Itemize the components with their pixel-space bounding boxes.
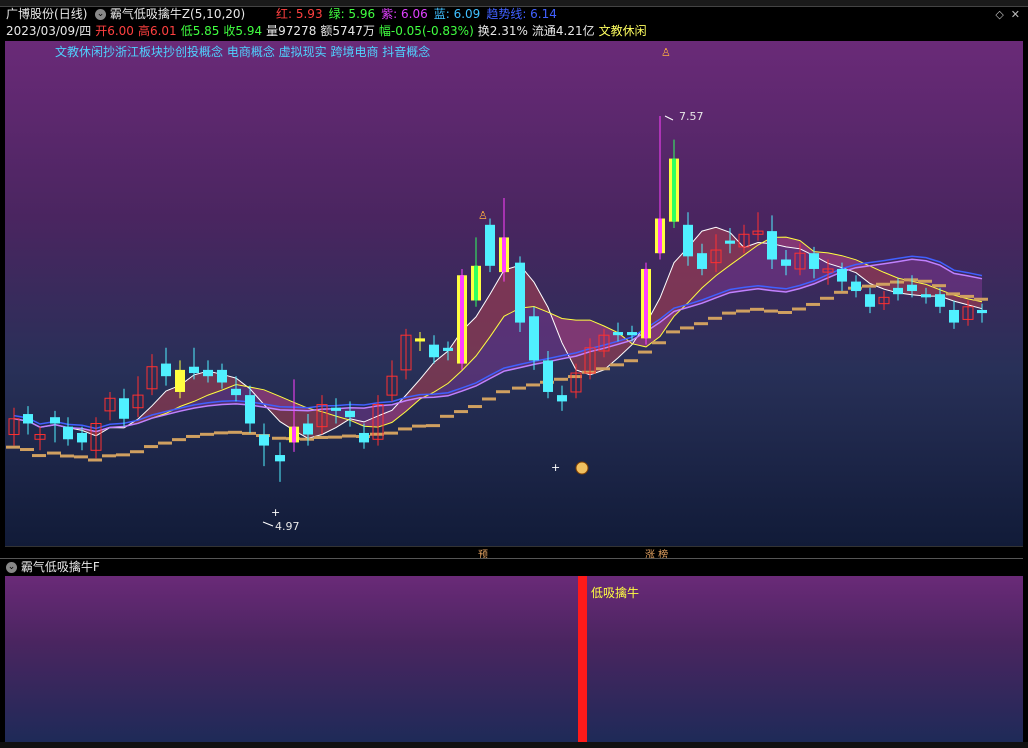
candle-body [837,268,847,282]
low-price-label: 4.97 [275,520,300,533]
legend-item-2: 紫: 6.06 [381,7,428,21]
quote-item-4: 收5.94 [223,24,263,38]
candle-body [627,332,637,336]
candle-body [231,388,241,396]
candle-body [275,455,285,462]
candle-body [697,253,707,269]
candle-body [303,423,313,435]
quote-item-3: 低5.85 [180,24,220,38]
candle-body-core [474,265,478,301]
candle-body [119,398,129,419]
sub-indicator-header[interactable]: ⌄ 霸气低吸擒牛F [0,558,1028,576]
candle-body [977,309,987,314]
window-controls[interactable]: ◇ ✕ [995,6,1020,23]
candle-body [63,426,73,440]
candle-body [345,410,355,418]
legend-item-3: 蓝: 6.09 [433,7,481,21]
candle-body [809,253,819,269]
header-row-1: 广博股份(日线) ⌄ 霸气低吸擒牛Z(5,10,20) 红: 5.93 绿: 5.… [0,6,1028,23]
candle-body [935,294,945,307]
candle-body [359,432,369,443]
candle-body [203,369,213,377]
high-marker-line [664,115,674,121]
candle-body [443,347,453,351]
candle-body [485,224,495,266]
kline-chart[interactable]: 7.57 4.97 ♙ ♙ + + [5,41,1023,546]
candle-body [161,363,171,377]
candle-body [921,294,931,298]
right-edge [1023,41,1028,742]
candle-body [907,284,917,292]
chevron-down-icon[interactable]: ⌄ [6,562,17,573]
candle-body [781,259,791,266]
diamond-icon[interactable]: ◇ [995,6,1003,23]
candle-body-core [502,237,506,273]
legend-item-0: 红: 5.93 [276,7,323,21]
quote-item-10: 文教休闲 [598,24,647,38]
candle-body [245,395,255,424]
money-bag-icon [575,461,589,475]
candle-body [259,434,269,446]
candle-body [851,281,861,292]
candle-body [543,360,553,392]
candle-body [189,366,199,374]
header-row-2: 2023/03/09/四 开6.00 高6.01 低5.85 收5.94 量97278 额5… [0,23,1028,40]
candle-body-core [672,158,676,222]
stock-title: 广博股份(日线) [6,7,88,21]
candle-body [23,414,33,424]
candle-body [557,395,567,402]
candle-body [949,309,959,323]
quote-item-6: 额5747万 [320,24,375,38]
sub-indicator-title: 霸气低吸擒牛F [20,560,100,574]
quote-line: 2023/03/09/四 开6.00 高6.01 低5.85 收5.94 量97278 额5… [6,23,651,40]
quote-item-0: 2023/03/09/四 [6,24,92,38]
low-marker-line [262,521,274,527]
candle-body [515,262,525,323]
runner-icon: ♙ [661,46,671,59]
high-price-label: 7.57 [679,110,704,123]
candle-body [865,294,875,307]
candle-body [429,344,439,358]
quote-item-2: 高6.01 [137,24,177,38]
sub-chart-panel[interactable]: 低吸擒牛 [5,576,1023,742]
candle-body [529,316,539,361]
bottom-status-strip [0,742,1028,748]
close-icon[interactable]: ✕ [1011,6,1020,23]
indicator-legend: 红: 5.93 绿: 5.96 紫: 6.06 蓝: 6.09 趋势线: 6.14 [276,6,563,23]
candle-body-core [658,218,662,254]
legend-item-4: 趋势线: 6.14 [486,7,557,21]
candle-body [415,338,425,342]
candle-body [175,369,185,392]
candle-body [217,369,227,383]
candle-body [683,224,693,257]
chevron-down-icon[interactable]: ⌄ [95,9,106,20]
candle-body [893,287,903,295]
candle-body [77,432,87,443]
time-axis-strip: 预 涨 榜 [5,546,1023,561]
signal-label: 低吸擒牛 [591,586,640,600]
quote-item-8: 换2.31% [477,24,528,38]
candle-body [50,417,60,424]
runner-icon: ♙ [478,209,488,222]
legend-item-1: 绿: 5.96 [328,7,376,21]
quote-item-9: 流通4.21亿 [531,24,595,38]
candle-body [331,407,341,411]
candle-body [613,332,623,336]
cross-icon: + [551,461,560,474]
quote-item-1: 开6.00 [95,24,134,38]
candle-body [767,231,777,260]
quote-item-7: 幅-0.05(-0.83%) [378,24,474,38]
candle-body-core [292,426,296,443]
main-chart-panel[interactable]: 文教休闲抄浙江板块抄创投概念 电商概念 虚拟现实 跨境电商 抖音概念 7.57 4… [5,41,1023,546]
candle-body [725,240,735,244]
indicator-title[interactable]: ⌄ 霸气低吸擒牛Z(5,10,20) [95,6,245,23]
candle-body-core [460,275,464,364]
quote-item-5: 量97278 [266,24,317,38]
candle-body-core [644,268,648,339]
cross-icon: + [271,506,280,519]
signal-bar [578,576,587,742]
